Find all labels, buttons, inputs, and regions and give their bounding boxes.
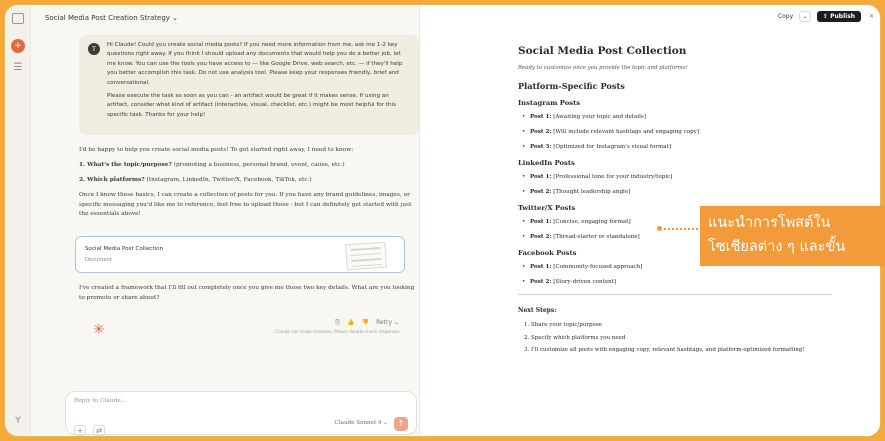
claude-logo-icon: ✳: [93, 322, 105, 338]
copy-icon[interactable]: ⎘: [336, 319, 341, 326]
send-button[interactable]: ↑: [394, 417, 408, 431]
post-list: Post 1: [Community-focused approach] Pos…: [518, 264, 838, 286]
section-heading: LinkedIn Posts: [518, 159, 575, 167]
doc-intro: Ready to customize once you provide the …: [518, 65, 688, 71]
chat-pane: Social Media Post Creation Strategy ⌄ T …: [31, 5, 419, 436]
list-item: 1. What's the topic/purpose? (promoting …: [79, 161, 419, 170]
artifact-thumbnail: [345, 241, 387, 271]
chevron-down-icon[interactable]: ⌄: [799, 11, 812, 22]
assistant-followup: Once I know these basics, I can create a…: [79, 192, 412, 218]
question-label: 2. Which platforms?: [79, 176, 145, 183]
user-avatar[interactable]: Y: [11, 414, 25, 428]
conversation-title[interactable]: Social Media Post Creation Strategy ⌄: [45, 14, 178, 22]
list-item: Post 3: [Optimized for Instagram's visua…: [518, 144, 838, 151]
list-item: Post 2: [Story-driven content]: [518, 279, 838, 286]
artifact-document: Social Media Post Collection Ready to cu…: [518, 45, 838, 359]
message-actions: ⎘ 👍 👎 Retry ⌄: [331, 319, 399, 327]
new-chat-icon[interactable]: +: [11, 39, 25, 53]
artifact-toolbar: Copy ⌄ ⇪ Publish ✕: [774, 11, 874, 22]
callout-line-1: แนะนำการโพสต์ใน: [708, 215, 831, 231]
list-item: Post 2: [Thought leadership angle]: [518, 189, 838, 196]
user-message-paragraph: Hi Claude! Could you create social media…: [107, 42, 403, 86]
section-heading: Instagram Posts: [518, 99, 581, 107]
list-item: Post 2: [Will include relevant hashtags …: [518, 129, 838, 136]
assistant-outro: I've created a framework that I'll fill …: [79, 285, 415, 301]
artifact-card-subtitle: Document: [85, 257, 112, 263]
sidebar-toggle-icon[interactable]: [12, 13, 24, 24]
assistant-intro: I'd be happy to help you create social m…: [79, 147, 354, 153]
callout-annotation: แนะนำการโพสต์ใน โซเชียลต่าง ๆ และขั้น: [700, 206, 885, 266]
post-list: Post 1: [Awaiting your topic and details…: [518, 114, 838, 151]
callout-line: [664, 228, 702, 230]
post-list: Post 1: [Professional tone for your indu…: [518, 174, 838, 196]
next-steps-list: 1. Share your topic/purpose 2. Specify w…: [518, 321, 838, 356]
artifact-card[interactable]: Social Media Post Collection Document: [75, 236, 405, 273]
list-item: 3. I'll customize all posts with engagin…: [524, 347, 805, 353]
list-item: Post 1: [Professional tone for your indu…: [518, 174, 838, 181]
copy-button[interactable]: Copy: [774, 11, 797, 22]
question-text: (Instagram, LinkedIn, Twitter/X, Faceboo…: [144, 176, 312, 183]
disclaimer: Claude can make mistakes. Please double-…: [275, 329, 401, 334]
doc-title: Social Media Post Collection: [518, 45, 687, 57]
retry-button[interactable]: Retry ⌄: [376, 319, 399, 326]
next-steps-heading: Next Steps:: [518, 307, 557, 314]
list-item: Post 1: [Awaiting your topic and details…: [518, 114, 838, 121]
tools-icon[interactable]: ⇄: [93, 425, 106, 436]
attach-icon[interactable]: +: [74, 425, 86, 436]
list-item: 1. Share your topic/purpose: [524, 322, 602, 328]
divider: [518, 294, 832, 295]
model-selector[interactable]: Claude Sonnet 4 ⌄: [335, 420, 388, 426]
platform-heading: Platform-Specific Posts: [518, 81, 625, 91]
callout-dot: [656, 225, 663, 232]
assistant-message: I'd be happy to help you create social m…: [79, 146, 419, 225]
composer: + ⇄ Claude Sonnet 4 ⌄ ↑: [65, 391, 417, 436]
composer-tools: + ⇄: [74, 418, 107, 436]
question-label: 1. What's the topic/purpose?: [79, 162, 172, 169]
chats-icon[interactable]: ☰: [11, 61, 25, 75]
reply-input[interactable]: [74, 398, 274, 404]
list-item: 2. Which platforms? (Instagram, LinkedIn…: [79, 176, 419, 185]
user-message-paragraph: Please execute the task as soon as you c…: [107, 93, 397, 118]
thumbs-down-icon[interactable]: 👎: [362, 319, 369, 326]
question-list: 1. What's the topic/purpose? (promoting …: [79, 161, 419, 185]
question-text: (promoting a business, personal brand, e…: [171, 162, 345, 169]
left-rail: + ☰ Y: [5, 5, 31, 436]
callout-line-2: โซเชียลต่าง ๆ และขั้น: [708, 239, 846, 255]
publish-button[interactable]: ⇪ Publish: [817, 11, 862, 22]
list-item: 2. Specify which platforms you need: [524, 334, 626, 341]
close-icon[interactable]: ✕: [869, 13, 874, 20]
artifact-card-title: Social Media Post Collection: [85, 246, 164, 252]
thumbs-up-icon[interactable]: 👍: [347, 319, 354, 326]
user-avatar-icon: T: [88, 43, 100, 55]
user-message: T Hi Claude! Could you create social med…: [79, 35, 419, 135]
